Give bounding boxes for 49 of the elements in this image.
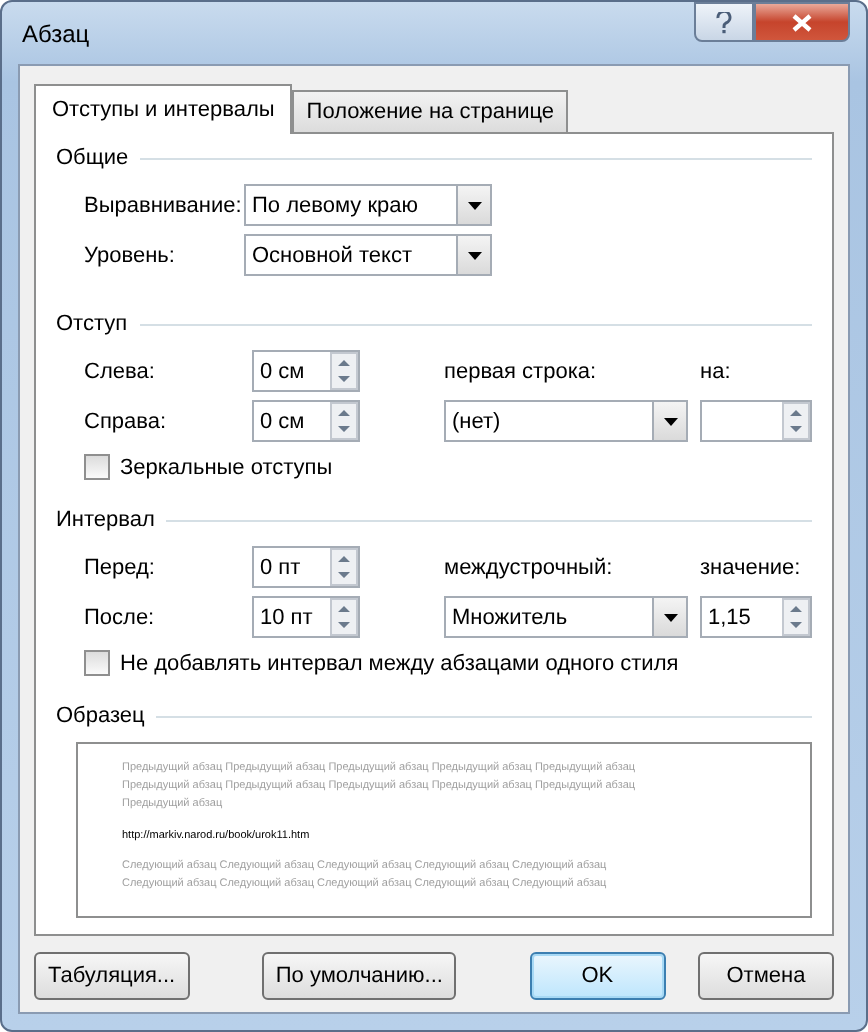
dialog-button[interactable]: Табуляция...: [34, 952, 190, 1000]
spin-arrows-icon: [330, 402, 358, 440]
dropdown[interactable]: Основной текст: [244, 234, 492, 276]
spin-arrows-icon: [330, 598, 358, 636]
field-label: первая строка:: [444, 359, 599, 383]
spin-arrows-icon: [782, 598, 810, 636]
field-label: значение:: [700, 555, 803, 579]
dropdown[interactable]: По левому краю: [244, 184, 492, 226]
tab[interactable]: Положение на странице: [292, 90, 569, 132]
spin-field[interactable]: 0 см: [252, 400, 360, 442]
section-title: Общие: [56, 146, 129, 170]
checkbox-label: Зеркальные отступы: [120, 455, 333, 479]
field-label: Выравнивание:: [84, 193, 244, 217]
field-label: Слева:: [84, 359, 157, 383]
dropdown[interactable]: Множитель: [444, 596, 688, 638]
field-label: междустрочный:: [444, 555, 615, 579]
checkbox[interactable]: [84, 454, 110, 480]
section-title: Интервал: [56, 508, 155, 532]
help-icon: [716, 11, 732, 33]
dialog-button[interactable]: Отмена: [697, 952, 834, 1000]
spin-arrows-icon: [330, 548, 358, 586]
close-button[interactable]: [754, 2, 850, 42]
spin-field[interactable]: 10 пт: [252, 596, 360, 638]
field-label: Справа:: [84, 409, 169, 433]
spin-arrows-icon: [330, 352, 358, 390]
field-label: Перед:: [84, 555, 157, 579]
close-icon: [792, 13, 812, 31]
section-title: Отступ: [56, 312, 128, 336]
dropdown-arrow-icon: [467, 251, 481, 259]
help-button[interactable]: [694, 2, 754, 42]
dropdown-arrow-icon: [663, 613, 677, 621]
spin-field[interactable]: 0 пт: [252, 546, 360, 588]
dropdown-arrow-icon: [467, 201, 481, 209]
checkbox-label: Не добавлять интервал между абзацами одного стиля: [120, 651, 679, 675]
window-title: Абзац: [20, 19, 90, 47]
checkbox[interactable]: [84, 650, 110, 676]
section-title: Образец: [56, 704, 145, 728]
spin-field[interactable]: 1,15: [700, 596, 812, 638]
spin-field[interactable]: 0 см: [252, 350, 360, 392]
field-label: После:: [84, 605, 157, 629]
dropdown[interactable]: (нет): [444, 400, 688, 442]
field-label: Уровень:: [84, 243, 177, 267]
dropdown-arrow-icon: [663, 417, 677, 425]
dialog-button[interactable]: По умолчанию...: [261, 952, 457, 1000]
spin-arrows-icon: [782, 402, 810, 440]
tab[interactable]: Отступы и интервалы: [34, 84, 293, 134]
spin-field[interactable]: [700, 400, 812, 442]
field-label: на:: [700, 359, 733, 383]
dialog-button[interactable]: OK: [529, 952, 666, 1000]
